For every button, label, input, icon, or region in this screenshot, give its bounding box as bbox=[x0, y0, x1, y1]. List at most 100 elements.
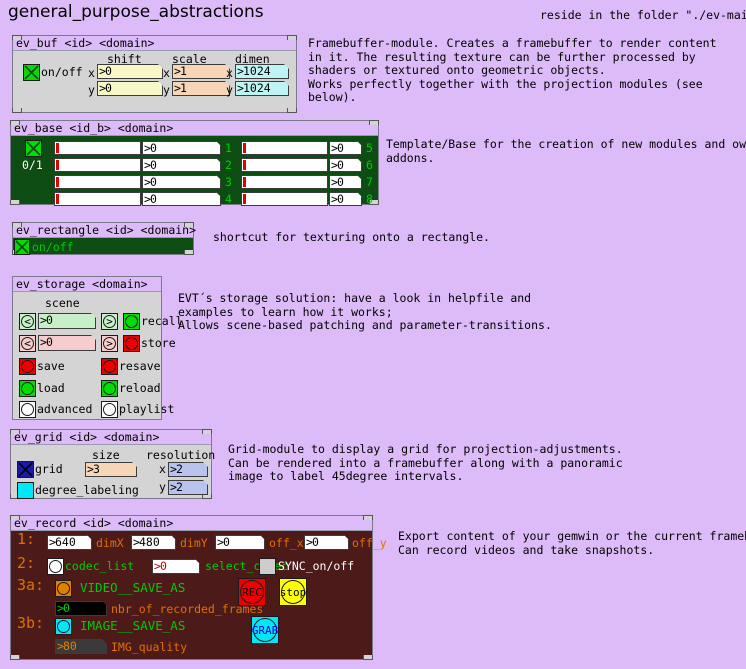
toggle-on-off[interactable] bbox=[23, 64, 40, 81]
numbox-store-scene[interactable]: >0 bbox=[38, 335, 96, 351]
numbox-recall-scene[interactable]: >0 bbox=[38, 313, 96, 329]
numbox-value: 0 bbox=[105, 64, 112, 78]
bang-resave[interactable] bbox=[101, 358, 118, 375]
slider-channel-2[interactable] bbox=[54, 158, 141, 172]
numbox-value: 0 bbox=[46, 335, 53, 349]
numbox-resolution-y[interactable]: >2 bbox=[168, 480, 208, 495]
numbox-channel-7[interactable]: >0 bbox=[329, 175, 362, 189]
module-ev-buf[interactable]: ev_buf <id> <domain> on/off shift scale … bbox=[12, 35, 297, 113]
bang-label-advanced: advanced bbox=[37, 402, 93, 416]
numbox-dimy[interactable]: >480 bbox=[131, 535, 176, 550]
bang-save[interactable] bbox=[19, 358, 36, 375]
slider-channel-7[interactable] bbox=[241, 175, 328, 189]
bang-load[interactable] bbox=[19, 380, 36, 397]
numbox-offy[interactable]: >0 bbox=[304, 535, 349, 550]
numbox-dimx[interactable]: >640 bbox=[47, 535, 92, 550]
numbox-shift-x[interactable]: >0 bbox=[97, 64, 163, 79]
slider-channel-6[interactable] bbox=[241, 158, 328, 172]
bang-image-save-as[interactable] bbox=[55, 618, 72, 635]
slider-knob bbox=[56, 160, 59, 170]
page-title: general_purpose_abstractions bbox=[8, 2, 264, 22]
bang-recall[interactable] bbox=[123, 313, 140, 330]
bang-prev-store[interactable]: < bbox=[19, 335, 36, 352]
bang-stop[interactable]: stop bbox=[279, 578, 307, 606]
numbox-value: 80 bbox=[63, 639, 77, 653]
numbox-channel-3[interactable]: >0 bbox=[142, 175, 221, 189]
row-tag-3b: 3b: bbox=[17, 614, 45, 632]
toggle-on-off[interactable] bbox=[14, 239, 30, 255]
module-ev-base[interactable]: ev_base <id_b> <domain> 0/1 >0 1 >0 2 >0… bbox=[10, 120, 379, 206]
module-ev-record[interactable]: ev_record <id> <domain> 1: >640 dimX >48… bbox=[10, 515, 387, 660]
numbox-size[interactable]: >3 bbox=[85, 462, 137, 477]
numbox-resolution-x[interactable]: >2 bbox=[168, 462, 208, 477]
toggle-grid[interactable] bbox=[17, 461, 34, 478]
bang-video-save-as[interactable] bbox=[55, 580, 72, 597]
label-rec: REC bbox=[242, 585, 262, 599]
numbox-dimen-x[interactable]: >1024 bbox=[235, 64, 289, 79]
bang-codec-list[interactable] bbox=[47, 558, 64, 575]
numbox-value: 0 bbox=[337, 141, 344, 155]
toggle-label-grid: grid bbox=[35, 462, 63, 476]
numbox-value: 1 bbox=[180, 64, 187, 78]
axis-label-y: y bbox=[88, 83, 95, 97]
bang-grab[interactable]: GRAB bbox=[251, 616, 279, 644]
numbox-shift-y[interactable]: >0 bbox=[97, 81, 163, 96]
numbox-channel-4[interactable]: >0 bbox=[142, 192, 221, 206]
gop-nub bbox=[12, 222, 22, 227]
bang-circle bbox=[103, 360, 116, 373]
module-header-ev-buf: ev_buf <id> <domain> bbox=[13, 36, 296, 51]
gop-nub bbox=[12, 108, 22, 113]
bang-next-store[interactable]: > bbox=[101, 335, 118, 352]
bang-label-save: save bbox=[37, 359, 65, 373]
numbox-scale-y[interactable]: >1 bbox=[172, 81, 230, 96]
bang-circle bbox=[57, 582, 70, 595]
toggle-0-1[interactable] bbox=[25, 140, 42, 157]
comment-ev-rectangle: shortcut for texturing onto a rectangle. bbox=[213, 230, 490, 244]
numbox-nbr-recorded-frames[interactable]: >0 bbox=[55, 601, 107, 616]
comment-ev-base: Template/Base for the creation of new mo… bbox=[386, 137, 746, 165]
axis-label-y: y bbox=[226, 83, 233, 97]
gop-nub bbox=[202, 429, 212, 434]
label-offx: off_x bbox=[269, 536, 304, 550]
numbox-channel-6[interactable]: >0 bbox=[329, 158, 362, 172]
numbox-img-quality[interactable]: >80 bbox=[55, 639, 107, 654]
bang-circle bbox=[125, 315, 138, 328]
bang-store[interactable] bbox=[123, 335, 140, 352]
toggle-label: on/off bbox=[41, 65, 83, 79]
toggle-degree-labeling[interactable] bbox=[17, 482, 34, 499]
bang-label-playlist: playlist bbox=[119, 402, 175, 416]
toggle-sync[interactable] bbox=[259, 558, 276, 575]
slider-channel-4[interactable] bbox=[54, 192, 141, 206]
numbox-dimen-y[interactable]: >1024 bbox=[235, 81, 289, 96]
comment-ev-buf: Framebuffer-module. Creates a framebuffe… bbox=[308, 36, 717, 105]
slider-knob bbox=[56, 143, 59, 153]
bang-rec[interactable]: REC bbox=[238, 578, 266, 606]
module-ev-grid[interactable]: ev_grid <id> <domain> grid degree_labeli… bbox=[10, 429, 215, 499]
channel-index-3: 3 bbox=[225, 175, 232, 189]
slider-channel-8[interactable] bbox=[241, 192, 328, 206]
slider-channel-1[interactable] bbox=[54, 141, 141, 155]
bang-playlist[interactable] bbox=[101, 401, 118, 418]
numbox-select-codec[interactable]: >0 bbox=[152, 559, 200, 574]
size-title: size bbox=[92, 448, 120, 462]
channel-index-6: 6 bbox=[366, 158, 373, 172]
module-ev-storage[interactable]: ev_storage <domain> scene < >0 > recall … bbox=[12, 276, 183, 420]
gop-nub bbox=[363, 515, 373, 520]
bang-prev-scene[interactable]: < bbox=[19, 313, 36, 330]
bang-reload[interactable] bbox=[101, 380, 118, 397]
numbox-offx[interactable]: >0 bbox=[215, 535, 265, 550]
bang-next-scene[interactable]: > bbox=[101, 313, 118, 330]
bang-label-reload: reload bbox=[119, 381, 161, 395]
module-ev-rectangle[interactable]: ev_rectangle <id> <domain> on/off bbox=[12, 222, 196, 255]
channel-index-1: 1 bbox=[225, 141, 232, 155]
numbox-channel-1[interactable]: >0 bbox=[142, 141, 221, 155]
slider-channel-5[interactable] bbox=[241, 141, 328, 155]
numbox-channel-2[interactable]: >0 bbox=[142, 158, 221, 172]
numbox-channel-5[interactable]: >0 bbox=[329, 141, 362, 155]
module-header-ev-rectangle: ev_rectangle <id> <domain> bbox=[13, 223, 196, 238]
slider-channel-3[interactable] bbox=[54, 175, 141, 189]
bang-advanced[interactable] bbox=[19, 401, 36, 418]
label-dimx: dimX bbox=[96, 536, 124, 550]
numbox-scale-x[interactable]: >1 bbox=[172, 64, 230, 79]
numbox-channel-8[interactable]: >0 bbox=[329, 192, 362, 206]
